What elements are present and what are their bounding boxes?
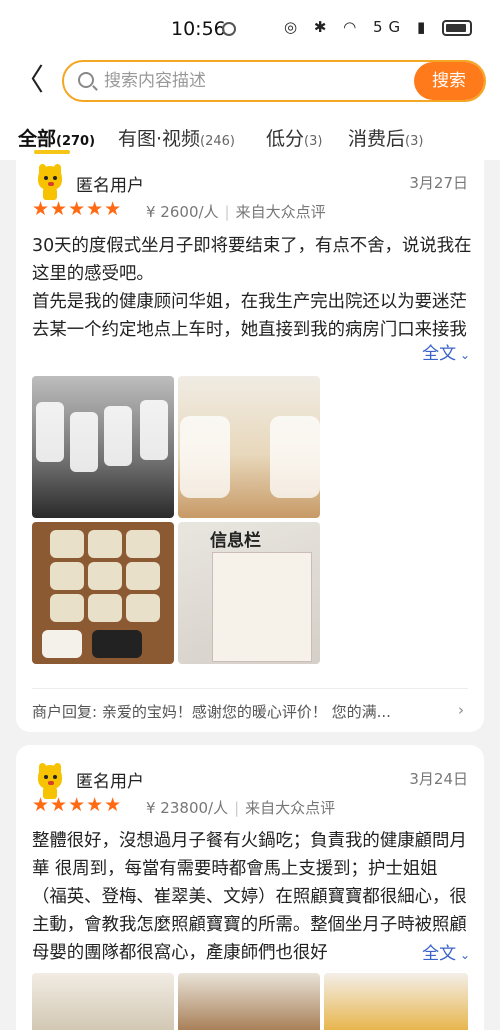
review-photo[interactable] [32, 522, 174, 664]
star-rating: ★★★★★ [32, 794, 123, 816]
price-value: ¥ 2600/人 [146, 203, 219, 221]
tab-low-score[interactable]: 低分(3) [266, 124, 322, 151]
chevron-down-icon: ⌄ [456, 348, 470, 362]
back-icon[interactable]: 〈 [14, 64, 50, 100]
status-icons-text: ◎ ✱ ◠ 5G ▮ [283, 18, 432, 36]
status-time: 10:56 [171, 18, 226, 40]
reviewer-name[interactable]: 匿名用户 [76, 171, 144, 196]
top-bar: 〈 搜索 [0, 56, 500, 110]
review-photo[interactable] [324, 973, 468, 1030]
price-info: ¥ 2600/人 | 来自大众点评 [146, 203, 326, 221]
review-date: 3月27日 [409, 174, 468, 192]
battery-icon [442, 19, 472, 36]
active-tab-indicator [34, 150, 70, 154]
chevron-down-icon: ⌄ [456, 948, 470, 962]
review-photo[interactable] [32, 376, 174, 518]
review-date: 3月24日 [409, 770, 468, 788]
tab-all[interactable]: 全部(270) [18, 124, 95, 151]
review-photo[interactable] [178, 376, 320, 518]
chevron-right-icon: › [458, 701, 464, 719]
search-icon [78, 72, 94, 88]
review-photo[interactable] [32, 973, 174, 1030]
tab-photo-video[interactable]: 有图·视频(246) [118, 124, 235, 151]
search-button[interactable]: 搜索 [414, 62, 484, 100]
more-label: 全文 [422, 344, 457, 364]
review-source: 来自大众点评 [245, 799, 336, 817]
merchant-reply[interactable]: 商户回复: 亲爱的宝妈！感谢您的暖心评价！ 您的满... › [32, 688, 468, 722]
search-box[interactable]: 搜索 [62, 60, 486, 102]
tab-photo-video-label: 有图·视频 [118, 128, 201, 150]
tab-after-purchase-label: 消费后 [348, 128, 406, 150]
tab-low-score-count: (3) [304, 134, 323, 149]
merchant-reply-text: 商户回复: 亲爱的宝妈！感谢您的暖心评价！ 您的满... [32, 703, 391, 721]
price-info: ¥ 23800/人 | 来自大众点评 [146, 799, 336, 817]
review-source: 来自大众点评 [235, 203, 326, 221]
status-icons: ◎ ✱ ◠ 5G ▮ [284, 18, 472, 36]
review-text[interactable]: 30天的度假式坐月子即将要结束了，有点不舍，说说我在这里的感受吧。 首先是我的健… [32, 232, 472, 344]
tab-all-count: (270) [56, 134, 96, 149]
filter-tabs: 全部(270) 有图·视频(246) 低分(3) 消费后(3) [0, 110, 500, 160]
notification-icon [222, 22, 236, 36]
search-input[interactable] [104, 68, 404, 94]
reviewer-name[interactable]: 匿名用户 [76, 767, 144, 792]
review-card[interactable]: 匿名用户 3月27日 ★★★★★ ¥ 2600/人 | 来自大众点评 30天的度假式… [16, 160, 484, 732]
price-value: ¥ 23800/人 [146, 799, 229, 817]
tab-low-score-label: 低分 [266, 128, 305, 150]
photo-caption: 信息栏 [210, 531, 261, 551]
more-label: 全文 [422, 944, 457, 964]
avatar[interactable] [34, 164, 70, 200]
expand-full-text[interactable]: 全文 ⌄ [418, 939, 470, 964]
tab-photo-video-count: (246) [200, 134, 236, 149]
tab-after-purchase[interactable]: 消费后(3) [348, 124, 423, 151]
review-text[interactable]: 整體很好，沒想過月子餐有火鍋吃；負責我的健康顧問月華 很周到，每當有需要時都會馬… [32, 827, 472, 967]
review-card[interactable]: 匿名用户 3月24日 ★★★★★ ¥ 23800/人 | 来自大众点评 整體很好，沒… [16, 745, 484, 1030]
expand-full-text[interactable]: 全文 ⌄ [418, 339, 470, 364]
review-photo[interactable] [178, 973, 320, 1030]
star-rating: ★★★★★ [32, 198, 123, 220]
tab-after-purchase-count: (3) [405, 134, 424, 149]
status-bar: 10:56 ◎ ✱ ◠ 5G ▮ [0, 0, 500, 56]
review-photo[interactable]: 信息栏 [178, 522, 320, 664]
tab-all-label: 全部 [18, 128, 57, 150]
